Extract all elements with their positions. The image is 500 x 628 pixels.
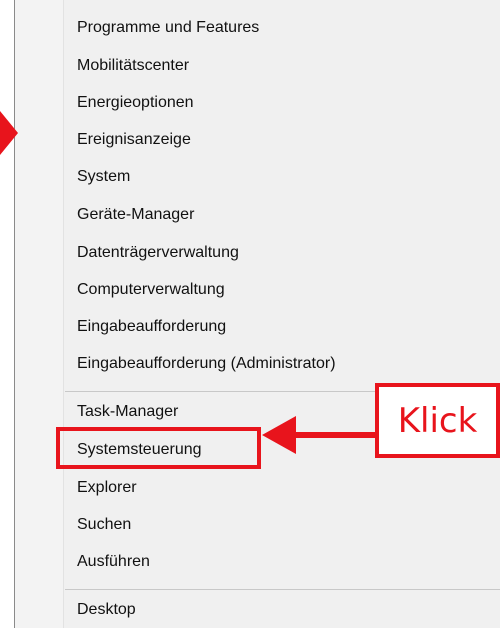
highlight-box [56, 427, 261, 469]
menu-icon-gutter [15, 0, 63, 628]
menu-item-geraete-manager[interactable]: Geräte-Manager [77, 205, 194, 225]
menu-item-energieoptionen[interactable]: Energieoptionen [77, 93, 194, 113]
menu-item-datentraegerverwaltung[interactable]: Datenträgerverwaltung [77, 243, 239, 263]
context-menu: Programme und Features Mobilitätscenter … [14, 0, 500, 628]
klick-label: Klick [397, 400, 478, 441]
klick-callout: Klick [375, 383, 500, 458]
menu-item-explorer[interactable]: Explorer [77, 478, 137, 498]
menu-item-mobilitaetscenter[interactable]: Mobilitätscenter [77, 56, 189, 76]
menu-separator-2 [65, 589, 500, 590]
screenshot-canvas: Programme und Features Mobilitätscenter … [0, 0, 500, 628]
menu-item-system[interactable]: System [77, 167, 130, 187]
menu-item-programme-und-features[interactable]: Programme und Features [77, 18, 259, 38]
gutter-separator [63, 0, 64, 628]
menu-item-eingabeaufforderung-admin[interactable]: Eingabeaufforderung (Administrator) [77, 354, 336, 374]
menu-item-desktop[interactable]: Desktop [77, 600, 136, 620]
menu-item-task-manager[interactable]: Task-Manager [77, 402, 178, 422]
menu-item-eingabeaufforderung[interactable]: Eingabeaufforderung [77, 317, 226, 337]
menu-item-computerverwaltung[interactable]: Computerverwaltung [77, 280, 225, 300]
menu-item-ereignisanzeige[interactable]: Ereignisanzeige [77, 130, 191, 150]
menu-item-ausfuehren[interactable]: Ausführen [77, 552, 150, 572]
menu-item-suchen[interactable]: Suchen [77, 515, 131, 535]
